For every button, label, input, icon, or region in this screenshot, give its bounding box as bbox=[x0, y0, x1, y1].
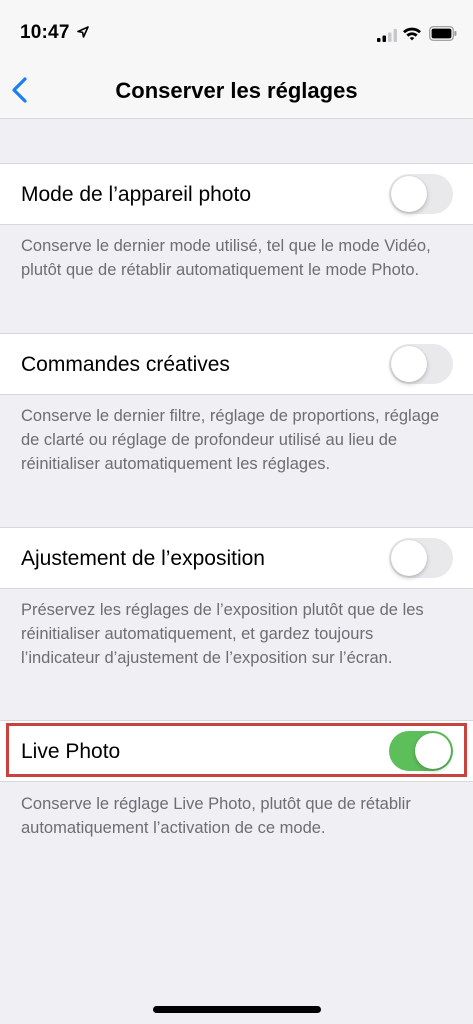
setting-footer: Conserve le réglage Live Photo, plutôt q… bbox=[21, 795, 411, 837]
setting-row-live-photo: Live Photo bbox=[0, 720, 473, 782]
live-photo-toggle[interactable] bbox=[389, 731, 453, 771]
creative-controls-toggle[interactable] bbox=[389, 344, 453, 384]
navigation-bar: Conserver les réglages bbox=[0, 60, 473, 119]
exposure-adjustment-toggle[interactable] bbox=[389, 538, 453, 578]
toggle-knob bbox=[391, 540, 427, 576]
setting-footer: Conserve le dernier mode utilisé, tel qu… bbox=[21, 237, 431, 279]
page-title: Conserver les réglages bbox=[115, 78, 358, 103]
setting-row-camera-mode: Mode de l’appareil photo bbox=[0, 163, 473, 225]
location-arrow-icon bbox=[77, 26, 89, 38]
status-bar: 10:47 bbox=[0, 0, 473, 60]
setting-label: Ajustement de l’exposition bbox=[21, 547, 265, 570]
home-indicator bbox=[153, 1006, 321, 1013]
status-time: 10:47 bbox=[20, 22, 70, 43]
toggle-knob bbox=[391, 176, 427, 212]
setting-row-exposure-adjustment: Ajustement de l’exposition bbox=[0, 527, 473, 589]
setting-label: Live Photo bbox=[21, 740, 121, 763]
camera-mode-toggle[interactable] bbox=[389, 174, 453, 214]
setting-footer: Préservez les réglages de l’exposition p… bbox=[21, 601, 424, 667]
wifi-icon bbox=[403, 27, 421, 41]
setting-row-creative-controls: Commandes créatives bbox=[0, 333, 473, 395]
setting-label: Mode de l’appareil photo bbox=[21, 183, 251, 206]
setting-label: Commandes créatives bbox=[21, 353, 230, 376]
toggle-knob bbox=[391, 346, 427, 382]
toggle-knob bbox=[415, 733, 451, 769]
cellular-signal-icon bbox=[377, 29, 397, 42]
battery-icon bbox=[429, 26, 457, 41]
setting-footer: Conserve le dernier filtre, réglage de p… bbox=[21, 407, 440, 473]
